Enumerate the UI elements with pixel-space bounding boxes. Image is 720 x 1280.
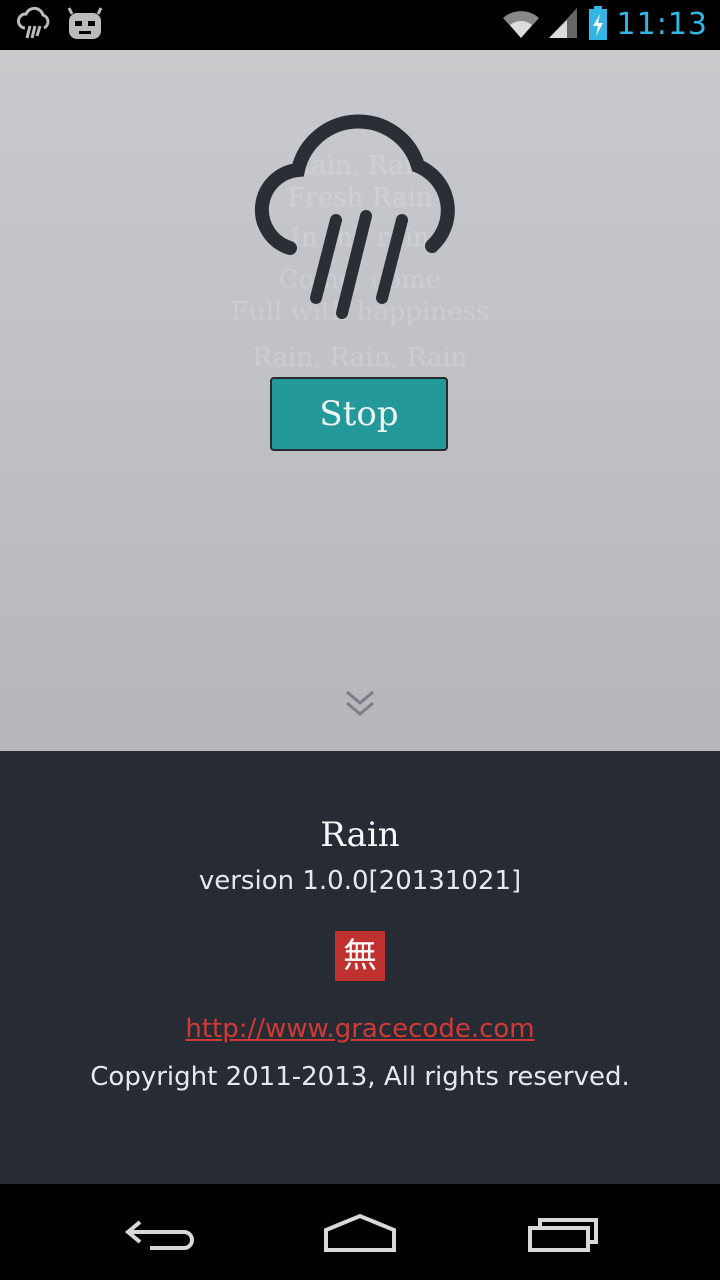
version-text: version 1.0.0[20131021] xyxy=(198,866,522,896)
website-link[interactable]: http://www.gracecode.com xyxy=(0,1011,720,1047)
double-chevron-down-icon[interactable] xyxy=(343,686,377,720)
home-icon[interactable] xyxy=(320,1208,400,1256)
battery-charging-icon xyxy=(587,5,609,45)
wifi-icon xyxy=(501,6,541,44)
rain-notification-icon xyxy=(16,6,52,46)
copyright-text: Copyright 2011-2013, All rights reserved… xyxy=(90,1062,630,1092)
cyanogenmod-icon xyxy=(66,7,104,45)
signal-icon xyxy=(548,6,579,44)
rain-cloud-icon xyxy=(250,108,470,328)
clock: 11:13 xyxy=(616,7,708,42)
wu-logo: 無 xyxy=(335,931,385,981)
status-bar: 11:13 xyxy=(0,0,720,50)
ghost-line: Rain, Rain, Rain xyxy=(252,343,468,373)
navigation-bar xyxy=(0,1184,720,1280)
app-name: Rain xyxy=(320,815,400,855)
rain-player-panel: Rain, Rain Fresh Rain In the rain Come, … xyxy=(0,50,720,751)
stop-button[interactable]: Stop xyxy=(270,377,448,451)
recent-apps-icon[interactable] xyxy=(524,1208,604,1256)
about-panel: Rain version 1.0.0[20131021] 無 http://ww… xyxy=(0,751,720,1184)
back-icon[interactable] xyxy=(120,1208,200,1256)
